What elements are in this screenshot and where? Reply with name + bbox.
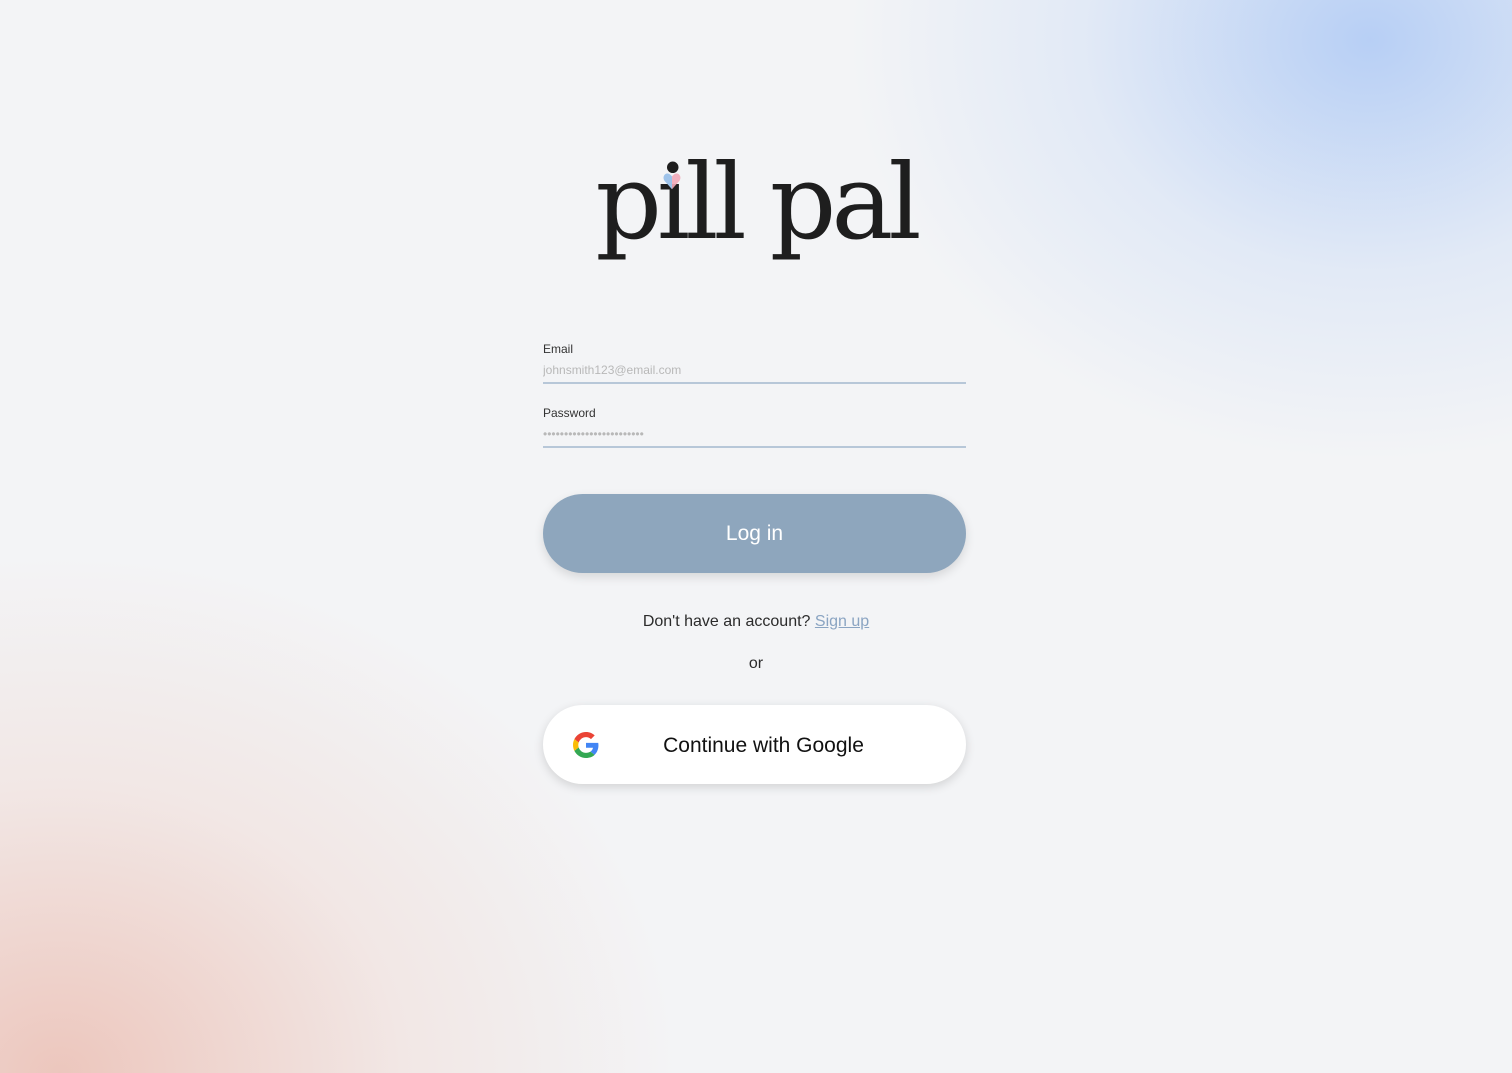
email-field-group: Email (543, 342, 966, 384)
heart-icon (663, 173, 681, 190)
continue-with-google-button[interactable]: Continue with Google (543, 705, 966, 784)
email-field[interactable] (543, 362, 966, 384)
login-button[interactable]: Log in (543, 494, 966, 573)
google-button-label: Continue with Google (663, 734, 864, 757)
password-field[interactable] (543, 426, 966, 448)
signup-link[interactable]: Sign up (815, 613, 869, 630)
app-logo: pill pal (0, 150, 1512, 254)
or-divider: or (748, 655, 764, 672)
signup-prompt: Don't have an account? (642, 613, 811, 630)
password-label: Password (543, 406, 596, 420)
login-form: Email Password (543, 342, 966, 470)
email-label: Email (543, 342, 574, 356)
password-field-group: Password (543, 406, 966, 448)
signup-row: Don't have an account? Sign up (0, 613, 1512, 631)
logo-text: pill pal (595, 141, 921, 263)
